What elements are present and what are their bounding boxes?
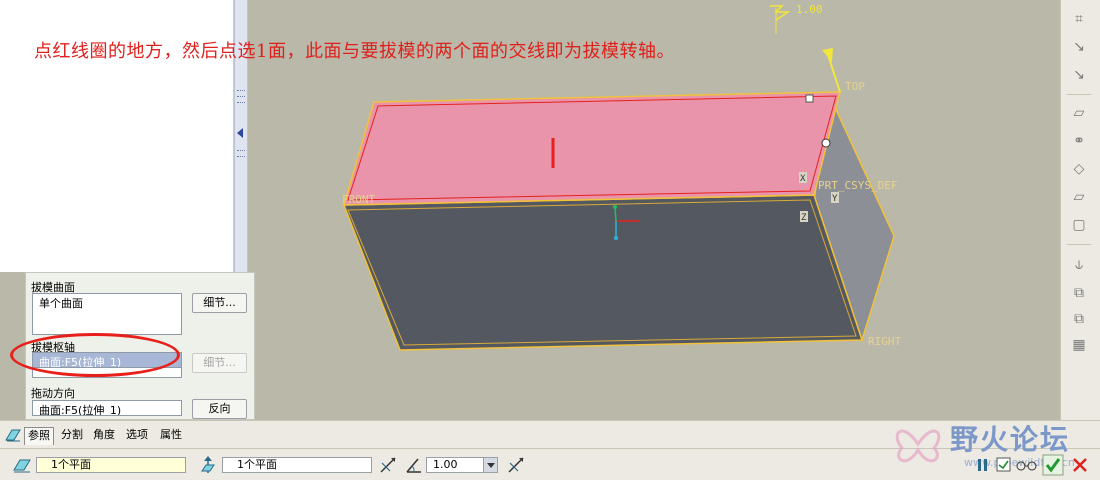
dashboard-tab-row: 参照 分割 角度 选项 属性	[0, 420, 1100, 448]
surfaces-details-button[interactable]: 细节...	[192, 293, 247, 313]
draft-angle-select[interactable]: 1.00	[426, 457, 498, 473]
tab-references[interactable]: 参照	[24, 427, 54, 445]
model-canvas[interactable]: 1.00 TOP FRONT RIGHT PRT_CSYS_DEF X Z Y	[248, 0, 1060, 420]
spin-center-dot	[614, 236, 618, 240]
pull-direction-value: 曲面:F5(拉伸_1)	[39, 404, 122, 416]
pull-direction-field[interactable]: 1个平面	[222, 457, 372, 473]
preview-glasses-icon[interactable]	[1014, 454, 1040, 476]
draft-dashboard: 1个平面 1个平面 1.00	[0, 448, 1100, 480]
dashboard-control-group	[974, 454, 1094, 476]
hinges-details-button: 细节...	[192, 353, 247, 373]
rib-icon[interactable]: ⧉	[1069, 310, 1089, 328]
toolbar-separator	[1067, 244, 1091, 245]
edge-handle[interactable]	[821, 138, 831, 148]
pull-direction-icon	[201, 456, 215, 473]
draft-surfaces-value: 单个曲面	[39, 297, 83, 310]
accept-check-icon[interactable]	[1042, 454, 1064, 476]
pattern-icon[interactable]: ▦	[1069, 336, 1089, 354]
instruction-annotation: 点红线圈的地方，然后点选1面，此面与要拔模的两个面的交线即为拔模转轴。	[34, 41, 675, 62]
corner-handle[interactable]	[805, 94, 814, 103]
draft-hinges-value: 曲面:F5(拉伸_1)	[39, 356, 122, 368]
flip-angle-icon[interactable]	[506, 455, 526, 475]
draft-hinge-field[interactable]: 1个平面	[36, 457, 186, 473]
datum-label-top[interactable]: TOP	[845, 80, 865, 93]
tab-options[interactable]: 选项	[123, 427, 151, 445]
selected-top-face[interactable]	[342, 91, 841, 206]
pull-direction-arrow	[827, 54, 841, 93]
csys-y-letter: Y	[832, 194, 838, 204]
pull-direction-collector[interactable]: 曲面:F5(拉伸_1)	[32, 400, 182, 416]
draft-tool-icon	[5, 429, 21, 442]
draft-surfaces-collector[interactable]: 单个曲面	[32, 293, 182, 335]
right-feature-toolbar: ⌗ ↘ ↘ ▱ ⚭ ◇ ▱ ▢ ⫝ ⧉ ⧉ ▦	[1060, 0, 1100, 420]
round-icon[interactable]: ▱	[1069, 188, 1089, 206]
dimension-value[interactable]: 1.00	[796, 3, 823, 16]
draft-angle-value: 1.00	[433, 458, 458, 471]
draft-angle-icon	[406, 458, 421, 473]
tab-properties[interactable]: 属性	[157, 427, 185, 445]
references-panel: 拔模曲面 单个曲面 细节... 拔模枢轴 曲面:F5(拉伸_1) 细节... 拖…	[25, 272, 255, 420]
pause-icon[interactable]	[974, 454, 992, 476]
flip-pull-direction-icon[interactable]	[378, 455, 398, 475]
verify-icon[interactable]	[994, 454, 1014, 476]
axis-icon[interactable]: ↘	[1069, 38, 1089, 56]
spin-center-dot	[613, 205, 617, 209]
curve-icon[interactable]: ↘	[1069, 66, 1089, 84]
datum-plane-icon[interactable]: ⌗	[1069, 10, 1089, 28]
csys-icon[interactable]: ⚭	[1069, 132, 1089, 150]
csys-x-letter: X	[800, 174, 806, 184]
csys-z-letter: Z	[801, 213, 807, 223]
csys-label[interactable]: PRT_CSYS_DEF	[818, 179, 897, 192]
draft-hinges-collector[interactable]: 曲面:F5(拉伸_1)	[32, 352, 182, 368]
spin-center-y-axis	[614, 206, 617, 222]
flip-direction-button[interactable]: 反向	[192, 399, 247, 419]
graphics-viewport[interactable]: 1.00 TOP FRONT RIGHT PRT_CSYS_DEF X Z Y	[248, 0, 1060, 420]
datum-label-front[interactable]: FRONT	[342, 193, 375, 206]
shell-icon[interactable]: ⧉	[1069, 284, 1089, 302]
splitter-grip	[237, 102, 245, 105]
chamfer-icon[interactable]: ▢	[1069, 216, 1089, 234]
chevron-down-icon[interactable]	[483, 458, 497, 472]
splitter-grip	[237, 96, 245, 99]
collapse-arrow-icon[interactable]	[237, 128, 243, 138]
draft-hinges-collector-tail	[32, 368, 182, 378]
draft-hinge-icon	[13, 459, 31, 473]
draft-icon[interactable]: ⫝	[1069, 256, 1089, 274]
point-icon[interactable]: ▱	[1069, 104, 1089, 122]
tab-angles[interactable]: 角度	[90, 427, 118, 445]
toolbar-separator	[1067, 94, 1091, 95]
dimension-handle[interactable]	[770, 5, 791, 21]
splitter-grip	[237, 156, 245, 159]
pull-direction-arrowhead	[822, 48, 833, 62]
splitter-grip	[237, 90, 245, 93]
pull-direction-label: 拖动方向	[31, 387, 75, 400]
front-face[interactable]	[342, 194, 864, 351]
datum-label-right[interactable]: RIGHT	[868, 335, 901, 348]
splitter-grip	[237, 150, 245, 153]
cancel-x-icon[interactable]	[1070, 454, 1090, 476]
tab-split[interactable]: 分割	[58, 427, 86, 445]
hole-icon[interactable]: ◇	[1069, 160, 1089, 178]
